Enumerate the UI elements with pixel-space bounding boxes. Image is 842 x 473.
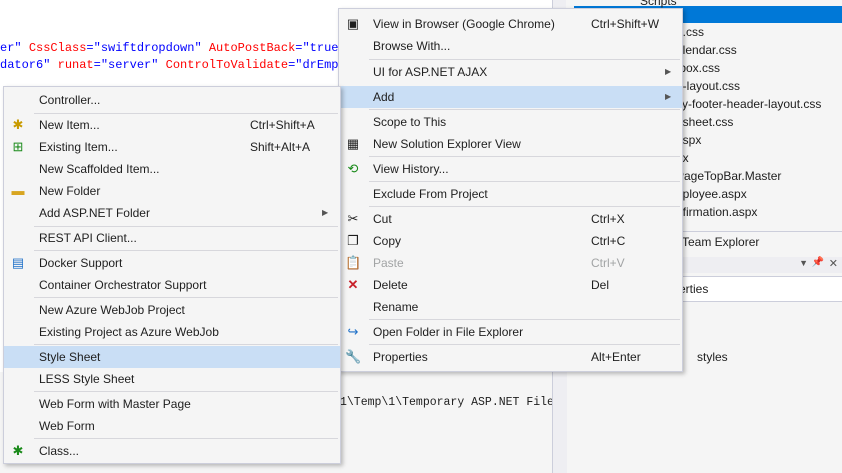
submenu-item-add-aspnet-folder[interactable]: Add ASP.NET Folder ▶	[4, 202, 340, 224]
menu-item-new-solution-explorer-view[interactable]: ▦ New Solution Explorer View	[339, 133, 682, 155]
submenu-item-web-form[interactable]: Web Form	[4, 415, 340, 437]
menu-item-view-history[interactable]: ⟲ View History...	[339, 158, 682, 180]
tree-item[interactable]: n-layout.css	[676, 79, 740, 93]
copy-icon: ❐	[347, 233, 359, 248]
add-submenu: Controller... ✱ New Item... Ctrl+Shift+A…	[3, 86, 341, 464]
tree-item[interactable]: Scripts	[640, 0, 677, 8]
wrench-icon: 🔧	[345, 349, 362, 364]
menu-separator	[369, 156, 680, 157]
menu-separator	[369, 59, 680, 60]
menu-separator	[34, 391, 338, 392]
tree-item[interactable]: esheet.css	[676, 115, 733, 129]
menu-item-open-folder[interactable]: ↪ Open Folder in File Explorer	[339, 321, 682, 343]
submenu-item-new-azure-webjob[interactable]: New Azure WebJob Project	[4, 299, 340, 321]
submenu-item-new-item[interactable]: ✱ New Item... Ctrl+Shift+A	[4, 114, 340, 136]
menu-separator	[369, 206, 680, 207]
menu-separator	[369, 344, 680, 345]
menu-separator	[34, 250, 338, 251]
tree-item[interactable]: ky-footer-header-layout.css	[676, 97, 821, 111]
menu-item-paste[interactable]: 📋 Paste Ctrl+V	[339, 252, 682, 274]
submenu-item-less-style-sheet[interactable]: LESS Style Sheet	[4, 368, 340, 390]
submenu-item-new-folder[interactable]: ▬ New Folder	[4, 180, 340, 202]
new-folder-icon: ▬	[11, 183, 25, 198]
menu-separator	[369, 109, 680, 110]
submenu-item-new-scaffolded-item[interactable]: New Scaffolded Item...	[4, 158, 340, 180]
submenu-item-existing-item[interactable]: ⊞ Existing Item... Shift+Alt+A	[4, 136, 340, 158]
close-icon[interactable]: ✕	[829, 257, 838, 270]
menu-separator	[34, 438, 338, 439]
existing-item-icon: ⊞	[12, 139, 24, 154]
menu-item-properties[interactable]: 🔧 Properties Alt+Enter	[339, 346, 682, 368]
submenu-item-rest-api-client[interactable]: REST API Client...	[4, 227, 340, 249]
menu-item-copy[interactable]: ❐ Copy Ctrl+C	[339, 230, 682, 252]
menu-item-add[interactable]: Add ▶	[339, 86, 682, 108]
submenu-arrow-icon: ▶	[665, 92, 672, 101]
submenu-arrow-icon: ▶	[665, 67, 672, 76]
tab-label: Team Explorer	[682, 235, 760, 249]
menu-item-ui-aspnet-ajax[interactable]: UI for ASP.NET AJAX ▶	[339, 61, 682, 83]
docker-icon: ▤	[11, 255, 25, 270]
menu-item-rename[interactable]: Rename	[339, 296, 682, 318]
submenu-item-class[interactable]: ✱ Class...	[4, 440, 340, 462]
menu-item-delete[interactable]: ✕ Delete Del	[339, 274, 682, 296]
code-line: dator6" runat="server" ControlToValidate…	[0, 58, 346, 72]
submenu-arrow-icon: ▶	[322, 208, 329, 217]
tab-team-explorer[interactable]: Team Explorer	[672, 231, 842, 252]
tree-item[interactable]: nfirmation.aspx	[676, 205, 757, 219]
paste-icon: 📋	[345, 255, 362, 270]
tree-item[interactable]: nployee.aspx	[676, 187, 747, 201]
browser-icon: ▣	[346, 16, 360, 31]
solution-view-icon: ▦	[346, 136, 360, 151]
history-icon: ⟲	[347, 161, 359, 176]
new-item-icon: ✱	[12, 117, 24, 132]
menu-item-exclude-from-project[interactable]: Exclude From Project	[339, 183, 682, 205]
submenu-item-docker-support[interactable]: ▤ Docker Support	[4, 252, 340, 274]
code-line: er" CssClass="swiftdropdown" AutoPostBac…	[0, 41, 346, 55]
submenu-item-existing-azure-webjob[interactable]: Existing Project as Azure WebJob	[4, 321, 340, 343]
submenu-item-container-orchestrator[interactable]: Container Orchestrator Support	[4, 274, 340, 296]
submenu-item-controller[interactable]: Controller...	[4, 89, 340, 111]
menu-separator	[369, 181, 680, 182]
dropdown-arrow-icon[interactable]: ▼	[799, 258, 808, 268]
context-menu: ▣ View in Browser (Google Chrome) Ctrl+S…	[338, 8, 683, 372]
delete-icon: ✕	[347, 277, 359, 292]
properties-title: erties	[679, 282, 709, 296]
property-value: styles	[697, 350, 728, 364]
tree-item[interactable]: PageTopBar.Master	[676, 169, 781, 183]
submenu-item-web-form-master-page[interactable]: Web Form with Master Page	[4, 393, 340, 415]
menu-separator	[369, 319, 680, 320]
class-icon: ✱	[12, 443, 24, 458]
menu-separator	[34, 297, 338, 298]
menu-item-browse-with[interactable]: Browse With...	[339, 35, 682, 57]
pin-icon[interactable]: 📌	[812, 257, 824, 268]
menu-item-cut[interactable]: ✂ Cut Ctrl+X	[339, 208, 682, 230]
menu-separator	[34, 344, 338, 345]
output-text: 1\Temp\1\Temporary ASP.NET File	[340, 396, 554, 409]
menu-item-scope-to-this[interactable]: Scope to This	[339, 111, 682, 133]
scissors-icon: ✂	[347, 211, 359, 226]
open-folder-icon: ↪	[347, 324, 359, 339]
submenu-item-style-sheet[interactable]: Style Sheet	[4, 346, 340, 368]
tree-item[interactable]: alendar.css	[676, 43, 737, 57]
menu-item-view-in-browser[interactable]: ▣ View in Browser (Google Chrome) Ctrl+S…	[339, 13, 682, 35]
